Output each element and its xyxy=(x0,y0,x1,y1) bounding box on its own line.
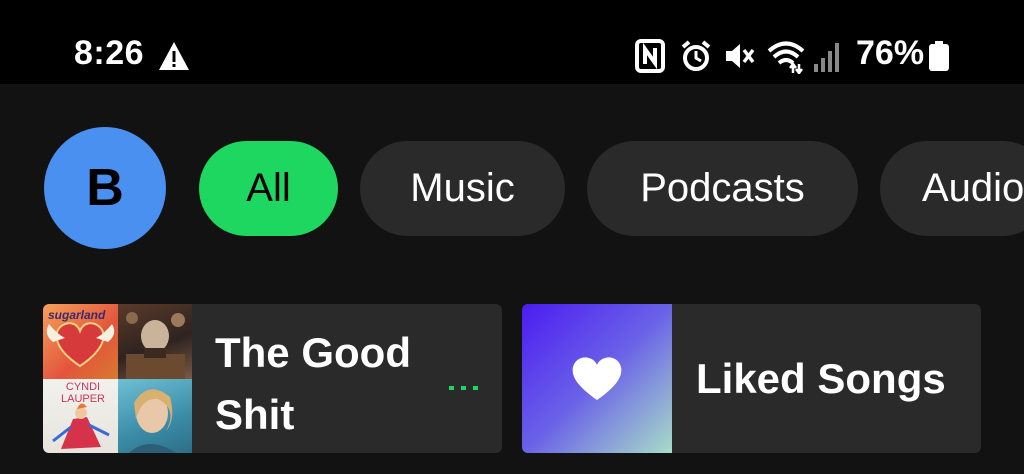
warning-icon xyxy=(159,42,189,70)
avatar-letter: B xyxy=(86,159,124,217)
signal-icon xyxy=(814,43,839,72)
status-time: 8:26 xyxy=(74,34,145,72)
cover-tile-text: sugarland xyxy=(48,308,106,322)
profile-avatar[interactable]: B xyxy=(44,127,166,249)
wifi-icon xyxy=(767,41,805,74)
filter-chip-audio[interactable]: Audio xyxy=(880,141,1024,236)
filter-chip-all[interactable]: All xyxy=(199,141,338,236)
filter-chip-label: Music xyxy=(410,166,515,210)
battery-icon xyxy=(929,41,949,71)
nfc-icon xyxy=(635,39,665,73)
cover-tile-dangerous xyxy=(117,304,192,379)
alarm-icon xyxy=(681,40,711,71)
heart-icon xyxy=(572,356,622,400)
cover-tile-sugarland: sugarland xyxy=(43,304,118,379)
filter-chip-label: Podcasts xyxy=(640,166,805,210)
filter-chip-podcasts[interactable]: Podcasts xyxy=(587,141,858,236)
playing-indicator-icon xyxy=(449,386,478,390)
cover-tile-cyndi-lauper: CYNDI LAUPER xyxy=(43,378,118,453)
shortcut-card-liked-songs[interactable]: Liked Songs xyxy=(522,304,981,453)
shortcut-title: The Good Shit xyxy=(215,329,411,438)
liked-songs-cover xyxy=(522,304,672,453)
status-bar: 8:26 76% xyxy=(0,0,1024,84)
battery-percent: 76% xyxy=(856,34,925,72)
filter-chip-label: Audio xyxy=(922,166,1024,210)
filter-chip-music[interactable]: Music xyxy=(360,141,565,236)
filter-chip-label: All xyxy=(246,166,291,210)
mute-icon xyxy=(726,44,755,68)
cover-tile-madonna xyxy=(117,378,192,453)
playlist-cover-mosaic: sugarland CYNDI LAUPER xyxy=(43,304,192,453)
shortcut-title: Liked Songs xyxy=(696,355,946,402)
home-screen: 8:26 76% B All Music Podcasts Audio suga… xyxy=(0,0,1024,474)
shortcut-card-the-good-shit[interactable]: sugarland CYNDI LAUPER The Good Shit xyxy=(43,304,502,453)
